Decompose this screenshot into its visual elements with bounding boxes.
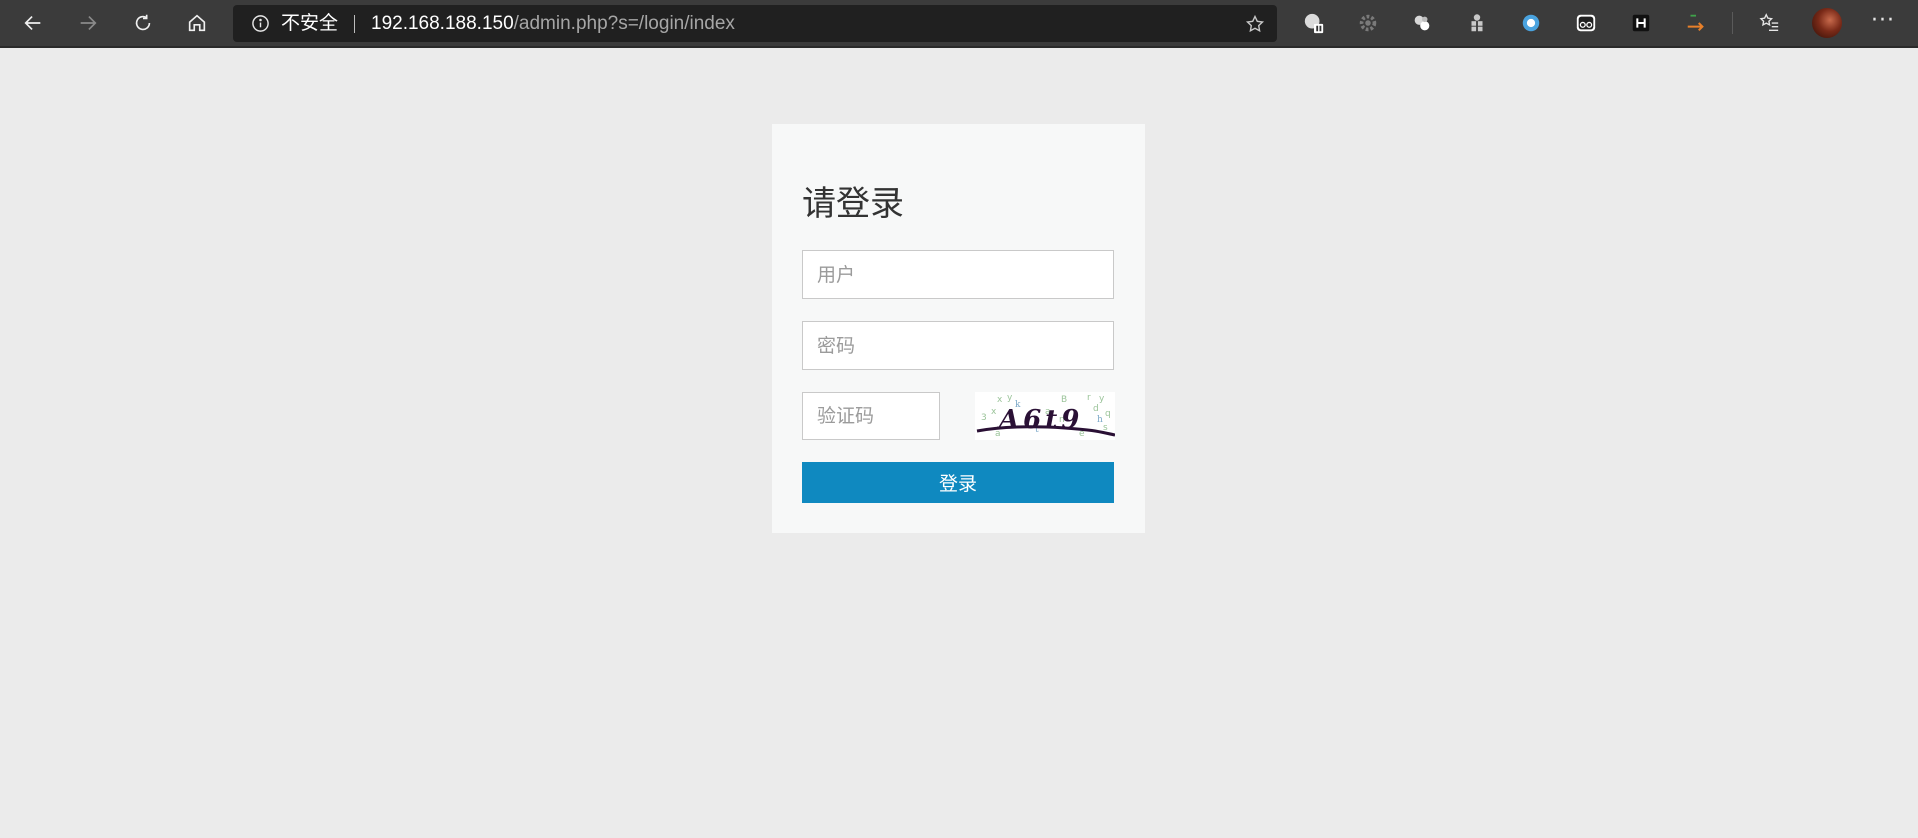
svg-text:y: y (1099, 394, 1105, 404)
svg-text:q: q (1105, 409, 1111, 419)
login-title: 请登录 (802, 184, 904, 224)
svg-text:x: x (991, 407, 997, 417)
username-input[interactable] (802, 250, 1114, 299)
home-icon (188, 14, 206, 32)
refresh-button[interactable] (125, 6, 161, 40)
browser-toolbar: 不安全 192.168.188.150/admin.php?s=/login/i… (0, 0, 1918, 48)
h-badge-icon[interactable] (1629, 11, 1653, 35)
url-path: /admin.php?s=/login/index (513, 13, 735, 34)
login-button[interactable]: 登录 (802, 462, 1114, 503)
captcha-text: A6t9 (996, 405, 1083, 435)
svg-text:r: r (1087, 393, 1091, 403)
url-host: 192.168.188.150 (371, 13, 514, 34)
address-separator (354, 15, 355, 33)
home-button[interactable] (179, 6, 215, 40)
arrow-left-icon (24, 15, 41, 31)
arrow-icon[interactable] (1684, 11, 1708, 35)
svg-text:h: h (1097, 415, 1103, 425)
svg-text:3: 3 (981, 413, 987, 423)
forward-button[interactable] (70, 6, 106, 40)
svg-text:d: d (1093, 404, 1099, 414)
info-icon[interactable] (251, 14, 270, 33)
svg-text:x: x (997, 395, 1003, 405)
security-label[interactable]: 不安全 (281, 5, 338, 42)
more-menu-icon[interactable]: ··· (1866, 6, 1900, 40)
captcha-image[interactable]: xyB ryd x3a cqa ens kht A6t9 (975, 392, 1115, 440)
bubbles-icon[interactable] (1410, 11, 1434, 35)
gear-icon[interactable] (1356, 11, 1380, 35)
camera-pause-icon[interactable] (1302, 11, 1326, 35)
login-card: 请登录 xyB ryd x3a cqa ens kht A6t9 登录 (772, 124, 1145, 533)
arrow-right-icon (80, 15, 97, 31)
ring-icon[interactable] (1519, 11, 1543, 35)
url-text[interactable]: 192.168.188.150/admin.php?s=/login/index (371, 5, 735, 42)
svg-text:y: y (1007, 393, 1013, 403)
password-input[interactable] (802, 321, 1114, 370)
svg-text:B: B (1061, 395, 1067, 405)
back-button[interactable] (15, 6, 51, 40)
captcha-input[interactable] (802, 392, 940, 440)
glasses-icon[interactable] (1574, 11, 1598, 35)
refresh-icon (135, 14, 151, 31)
address-bar[interactable]: 不安全 192.168.188.150/admin.php?s=/login/i… (233, 5, 1277, 42)
toolbar-separator (1732, 12, 1733, 34)
puzzle-icon[interactable] (1465, 11, 1489, 35)
favorite-star-icon[interactable] (1245, 14, 1265, 34)
favorites-icon[interactable] (1757, 11, 1781, 35)
profile-avatar[interactable] (1812, 8, 1842, 38)
